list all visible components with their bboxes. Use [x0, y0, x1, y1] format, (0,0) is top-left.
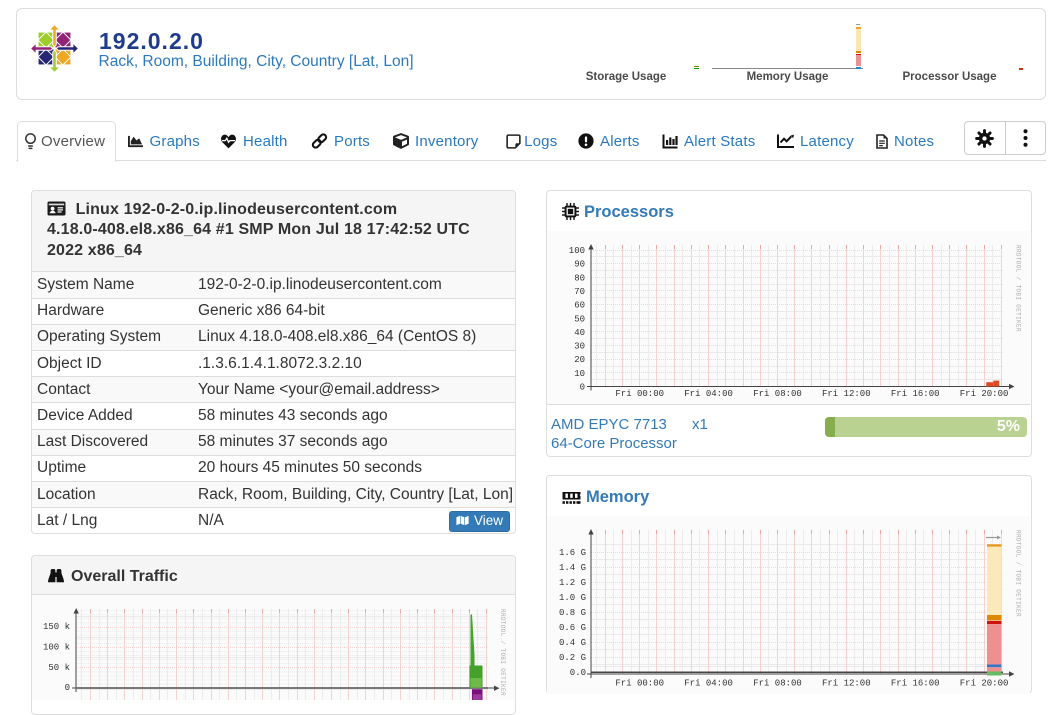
- svg-text:10: 10: [574, 369, 585, 379]
- svg-text:20: 20: [574, 355, 585, 365]
- svg-text:1.6 G: 1.6 G: [559, 548, 586, 558]
- svg-text:0: 0: [65, 683, 70, 693]
- svg-text:0.2 G: 0.2 G: [559, 653, 586, 663]
- svg-text:40: 40: [574, 328, 585, 338]
- svg-text:80: 80: [574, 273, 585, 283]
- svg-text:Fri 04:00: Fri 04:00: [684, 389, 733, 399]
- svg-text:RRDTOOL / TOBI OETIKER: RRDTOOL / TOBI OETIKER: [499, 609, 506, 696]
- svg-text:90: 90: [574, 260, 585, 270]
- svg-text:70: 70: [574, 287, 585, 297]
- svg-text:Fri 16:00: Fri 16:00: [891, 679, 940, 689]
- svg-text:0.6 G: 0.6 G: [559, 623, 586, 633]
- svg-text:1.0 G: 1.0 G: [559, 593, 586, 603]
- svg-text:RRDTOOL / TOBI OETIKER: RRDTOOL / TOBI OETIKER: [1015, 245, 1022, 332]
- svg-text:100 k: 100 k: [43, 642, 70, 652]
- svg-text:Fri 12:00: Fri 12:00: [822, 679, 871, 689]
- svg-text:0.4 G: 0.4 G: [559, 638, 586, 648]
- svg-text:Fri 00:00: Fri 00:00: [615, 679, 664, 689]
- svg-text:0.0: 0.0: [570, 668, 586, 678]
- svg-text:30: 30: [574, 342, 585, 352]
- svg-text:100: 100: [569, 246, 585, 256]
- svg-text:Fri 04:00: Fri 04:00: [684, 679, 733, 689]
- svg-text:0.8 G: 0.8 G: [559, 608, 586, 618]
- svg-text:Fri 08:00: Fri 08:00: [753, 389, 802, 399]
- svg-text:RRDTOOL / TOBI OETIKER: RRDTOOL / TOBI OETIKER: [1015, 530, 1022, 617]
- svg-text:Fri 16:00: Fri 16:00: [891, 389, 940, 399]
- svg-text:Fri 20:00: Fri 20:00: [960, 389, 1009, 399]
- svg-text:Fri 12:00: Fri 12:00: [822, 389, 871, 399]
- svg-text:1.2 G: 1.2 G: [559, 578, 586, 588]
- svg-text:Fri 08:00: Fri 08:00: [753, 679, 802, 689]
- svg-text:0: 0: [580, 383, 585, 393]
- svg-text:50: 50: [574, 314, 585, 324]
- svg-text:1.4 G: 1.4 G: [559, 563, 586, 573]
- svg-text:50 k: 50 k: [48, 663, 70, 673]
- svg-text:150 k: 150 k: [43, 622, 70, 632]
- svg-text:Fri 20:00: Fri 20:00: [960, 679, 1009, 689]
- svg-text:Fri 00:00: Fri 00:00: [615, 389, 664, 399]
- svg-text:60: 60: [574, 301, 585, 311]
